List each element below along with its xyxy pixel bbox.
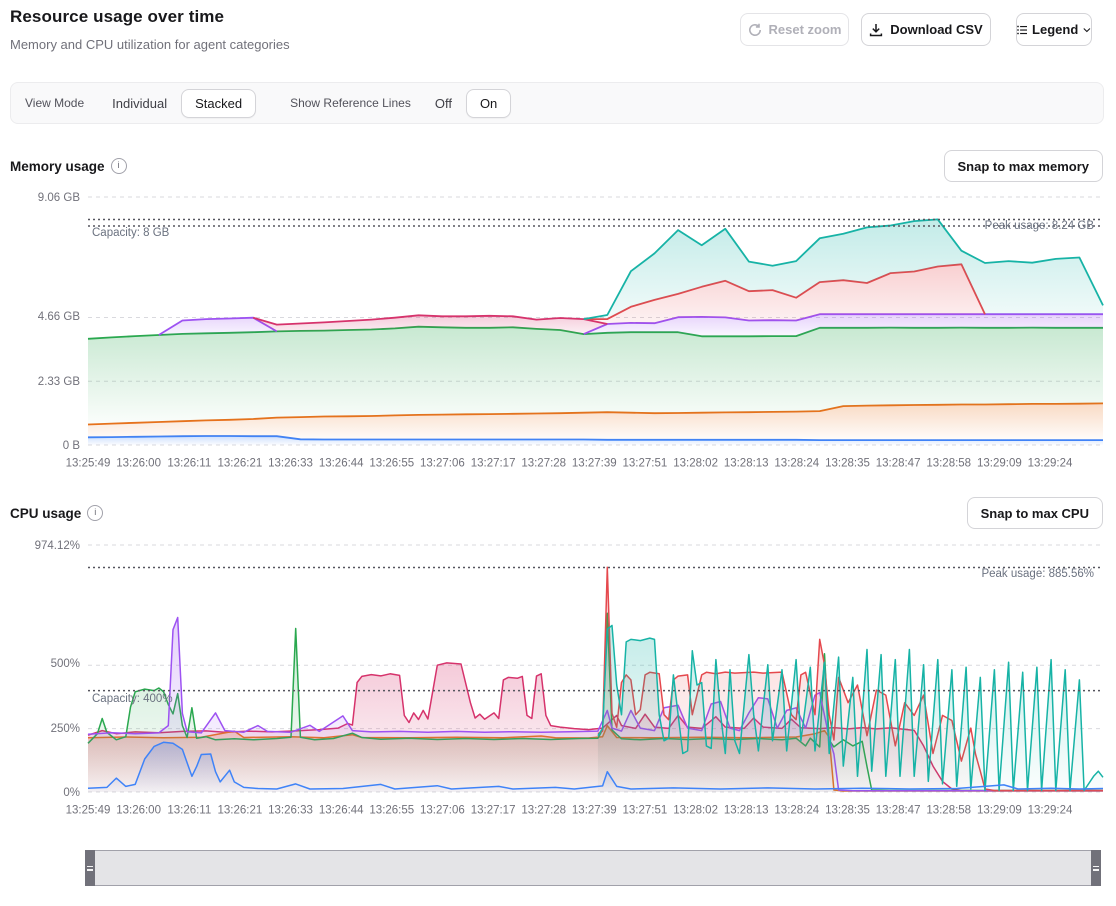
x-tick-label: 13:26:55 bbox=[369, 458, 414, 470]
reference-lines-off-option[interactable]: Off bbox=[433, 90, 454, 117]
x-tick-label: 13:28:24 bbox=[774, 805, 819, 817]
cpu-ytick: 974.12% bbox=[35, 540, 80, 552]
memory-ytick: 0 B bbox=[63, 440, 81, 452]
refresh-icon bbox=[748, 23, 762, 37]
x-tick-label: 13:27:51 bbox=[623, 458, 668, 470]
charts-canvas[interactable]: 13:25:49 13:25:49 13:26:00 13:26:00 13:26:11… bbox=[0, 0, 1116, 906]
x-tick-label: 13:27:06 bbox=[420, 458, 465, 470]
x-tick-label: 13:28:35 bbox=[825, 805, 870, 817]
x-tick-label: 13:27:28 bbox=[521, 458, 566, 470]
x-tick-label: 13:26:44 bbox=[319, 458, 364, 470]
memory-reference-lines bbox=[88, 219, 1103, 226]
cpu-chart bbox=[88, 567, 1103, 792]
memory-peak-label: Peak usage: 8.24 GB bbox=[985, 220, 1095, 232]
x-tick-label: 13:26:21 bbox=[218, 458, 263, 470]
x-tick-label: 13:27:39 bbox=[572, 458, 617, 470]
x-tick-label: 13:29:09 bbox=[977, 458, 1022, 470]
brush-right-handle[interactable] bbox=[1091, 850, 1101, 886]
memory-ytick: 4.66 GB bbox=[38, 311, 81, 323]
reference-lines-label: Show Reference Lines bbox=[290, 96, 411, 110]
x-tick-label: 13:27:17 bbox=[471, 458, 516, 470]
x-tick-label: 13:27:39 bbox=[572, 805, 617, 817]
x-tick-label: 13:28:47 bbox=[876, 458, 921, 470]
view-mode-individual-option[interactable]: Individual bbox=[110, 90, 169, 117]
cpu-section-title: CPU usage i bbox=[10, 505, 103, 521]
page-subtitle: Memory and CPU utilization for agent cat… bbox=[10, 37, 290, 52]
chevron-down-icon bbox=[1083, 27, 1091, 33]
x-tick-label: 13:25:49 bbox=[66, 458, 111, 470]
x-tick-label: 13:26:33 bbox=[268, 805, 313, 817]
x-tick-label: 13:26:11 bbox=[167, 805, 211, 817]
legend-button[interactable]: Legend bbox=[1016, 13, 1092, 46]
x-tick-label: 13:28:13 bbox=[724, 458, 769, 470]
cpu-capacity-label: Capacity: 400% bbox=[92, 693, 173, 705]
x-tick-label: 13:28:02 bbox=[673, 805, 718, 817]
x-tick-label: 13:25:49 bbox=[66, 805, 111, 817]
memory-section-title: Memory usage i bbox=[10, 158, 127, 174]
x-tick-label: 13:28:24 bbox=[774, 458, 819, 470]
x-tick-label: 13:29:24 bbox=[1028, 458, 1073, 470]
memory-ytick: 2.33 GB bbox=[38, 376, 81, 388]
x-tick-label: 13:27:06 bbox=[420, 805, 465, 817]
x-tick-label: 13:27:28 bbox=[521, 805, 566, 817]
x-tick-label: 13:27:51 bbox=[623, 805, 668, 817]
reset-zoom-button[interactable]: Reset zoom bbox=[740, 13, 849, 46]
x-tick-label: 13:28:58 bbox=[926, 458, 971, 470]
info-icon[interactable]: i bbox=[87, 505, 103, 521]
snap-to-max-memory-button[interactable]: Snap to max memory bbox=[944, 150, 1104, 182]
brush-left-handle[interactable] bbox=[85, 850, 95, 886]
time-range-brush[interactable] bbox=[85, 850, 1101, 886]
x-tick-label: 13:26:33 bbox=[268, 458, 313, 470]
x-tick-label: 13:27:17 bbox=[471, 805, 516, 817]
memory-ytick: 9.06 GB bbox=[38, 192, 81, 204]
x-tick-label: 13:26:21 bbox=[218, 805, 263, 817]
cpu-peak-label: Peak usage: 885.56% bbox=[981, 568, 1094, 580]
cpu-ytick: 250% bbox=[51, 723, 80, 735]
legend-list-icon bbox=[1017, 24, 1027, 36]
x-tick-label: 13:28:47 bbox=[876, 805, 921, 817]
x-tick-label: 13:26:55 bbox=[369, 805, 414, 817]
memory-capacity-label: Capacity: 8 GB bbox=[92, 227, 170, 239]
view-mode-label: View Mode bbox=[25, 96, 84, 110]
memory-chart bbox=[88, 219, 1103, 445]
snap-to-max-cpu-button[interactable]: Snap to max CPU bbox=[967, 497, 1103, 529]
cpu-ytick: 0% bbox=[63, 787, 80, 799]
view-mode-stacked-option[interactable]: Stacked bbox=[181, 89, 256, 118]
cpu-ytick: 500% bbox=[51, 658, 80, 670]
x-tick-label: 13:26:00 bbox=[116, 805, 161, 817]
download-icon bbox=[869, 23, 883, 37]
x-tick-label: 13:28:58 bbox=[926, 805, 971, 817]
x-tick-label: 13:28:02 bbox=[673, 458, 718, 470]
info-icon[interactable]: i bbox=[111, 158, 127, 174]
x-tick-label: 13:26:44 bbox=[319, 805, 364, 817]
cpu-reference-lines bbox=[88, 567, 1103, 690]
x-tick-label: 13:28:35 bbox=[825, 458, 870, 470]
reference-lines-on-option[interactable]: On bbox=[466, 89, 511, 118]
x-tick-label: 13:29:24 bbox=[1028, 805, 1073, 817]
page-title: Resource usage over time bbox=[10, 7, 224, 27]
download-csv-button[interactable]: Download CSV bbox=[861, 13, 991, 46]
x-tick-label: 13:26:11 bbox=[167, 458, 211, 470]
view-options-toolbar: View Mode Individual Stacked Show Refere… bbox=[10, 82, 1104, 124]
x-tick-label: 13:29:09 bbox=[977, 805, 1022, 817]
x-tick-label: 13:28:13 bbox=[724, 805, 769, 817]
x-tick-label: 13:26:00 bbox=[116, 458, 161, 470]
